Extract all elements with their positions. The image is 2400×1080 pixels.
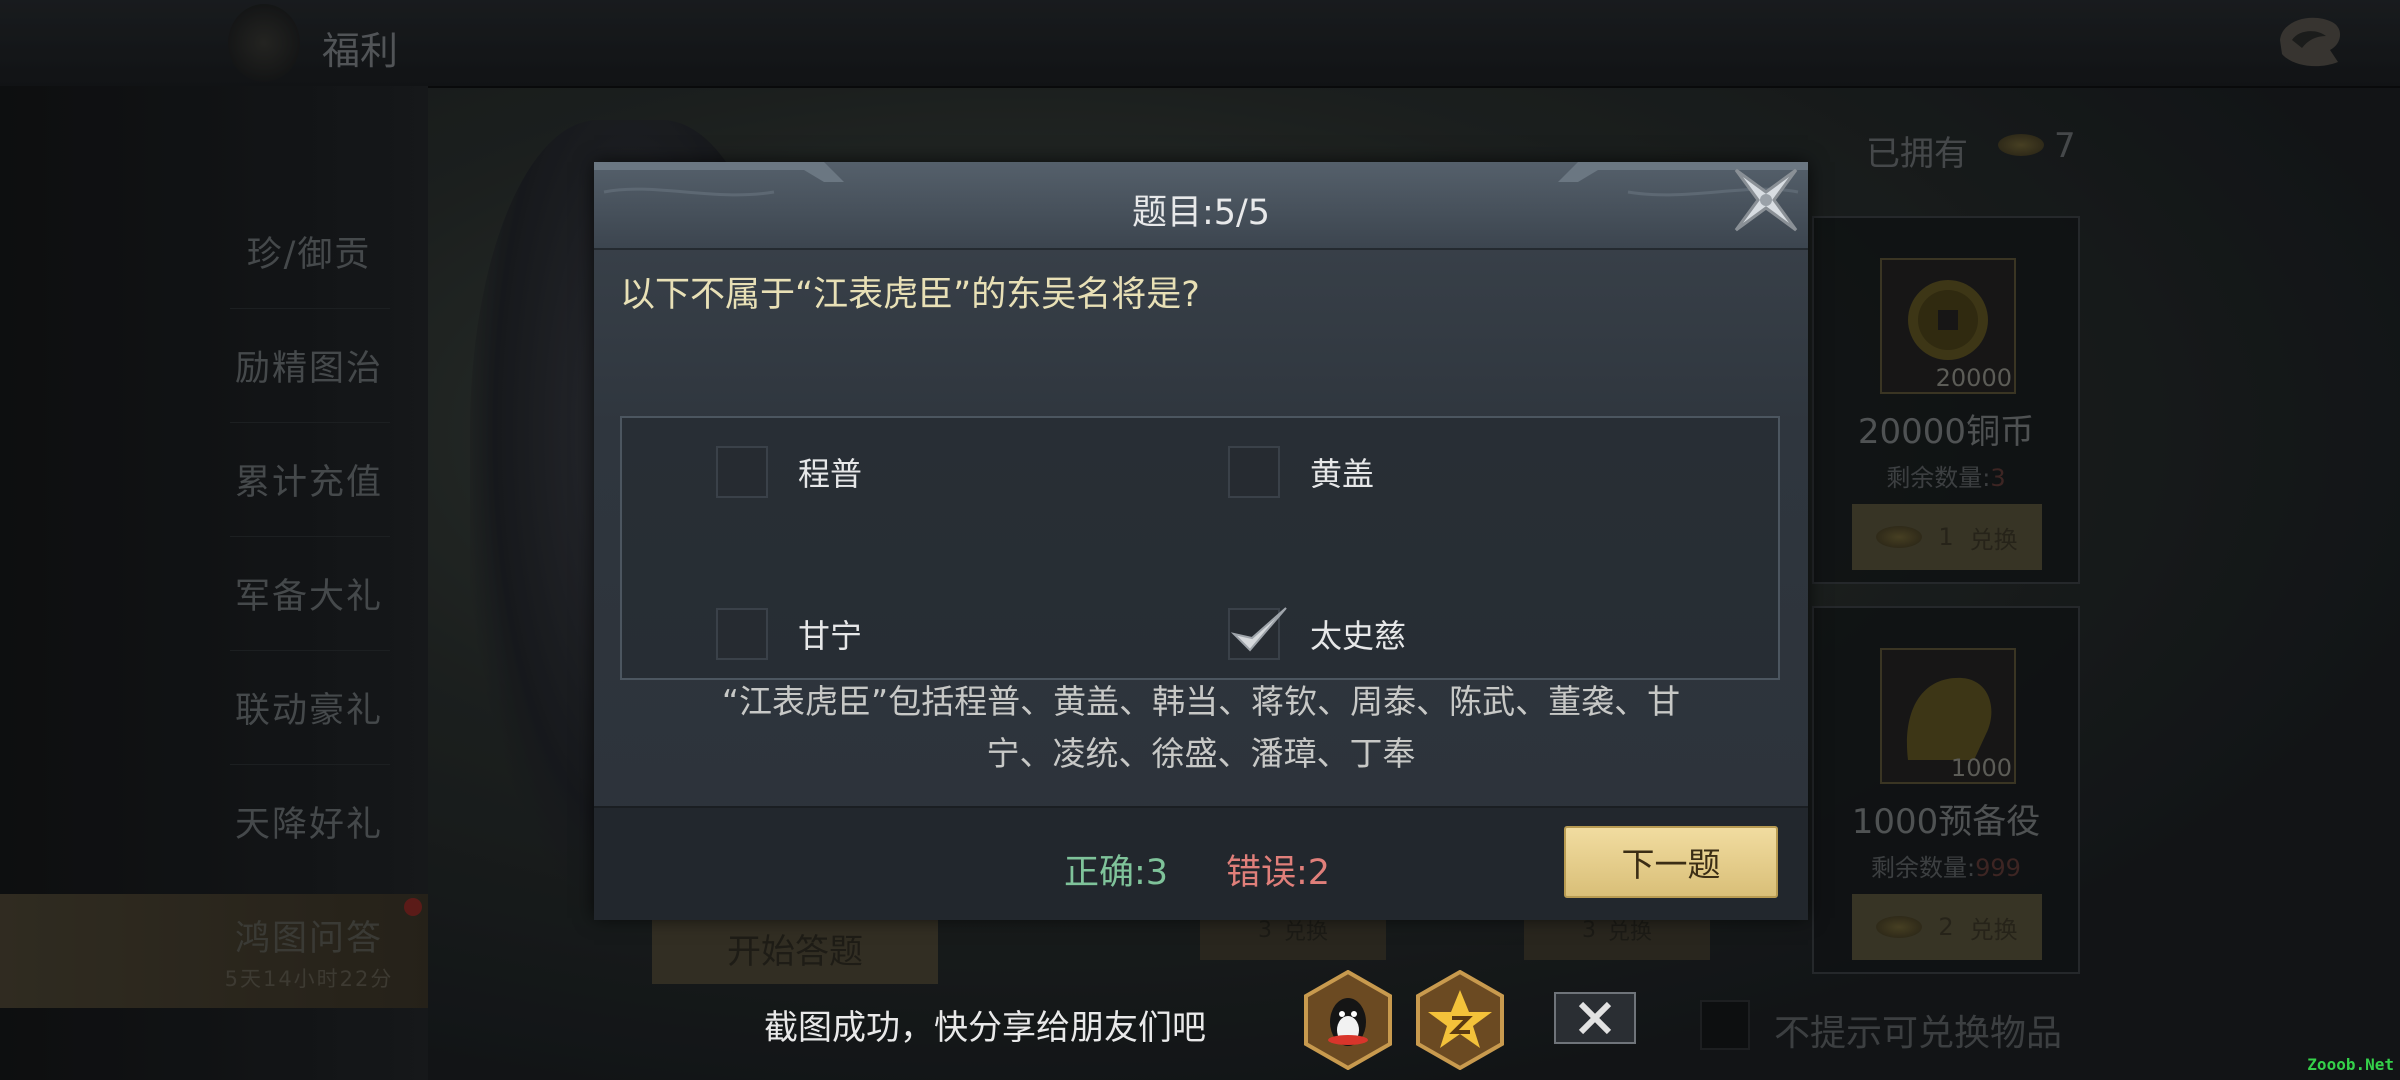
explanation-line: 宁、凌统、徐盛、潘璋、丁奉 (986, 734, 1416, 773)
watermark: Zooob.Net (2307, 1055, 2394, 1074)
next-question-button[interactable]: 下一题 (1564, 826, 1778, 898)
close-icon[interactable] (1724, 158, 1808, 242)
option-a[interactable]: 程普 (716, 444, 862, 500)
answer-explanation: “江表虎臣”包括程普、黄盖、韩当、蒋钦、周泰、陈武、董袭、甘 宁、凌统、徐盛、潘… (654, 676, 1748, 780)
option-label: 太史慈 (1310, 617, 1407, 655)
option-checkbox[interactable] (1228, 607, 1287, 660)
option-label: 黄盖 (1310, 455, 1375, 493)
option-c[interactable]: 甘宁 (716, 606, 862, 662)
correct-count: 正确:3 (1064, 853, 1169, 893)
quiz-dialog: 题目:5/5 以下不属于“江表虎臣”的东吴名将是? 程普 黄盖 甘宁 太史慈 “… (594, 162, 1808, 920)
close-icon (1578, 1001, 1612, 1035)
explanation-line: “江表虎臣”包括程普、黄盖、韩当、蒋钦、周泰、陈武、董袭、甘 (721, 682, 1681, 721)
share-prompt-text: 截图成功，快分享给朋友们吧 (764, 1008, 1206, 1048)
option-b[interactable]: 黄盖 (1228, 444, 1374, 500)
share-close-button[interactable] (1554, 992, 1636, 1044)
question-text: 以下不属于“江表虎臣”的东吴名将是? (620, 275, 1200, 315)
options-panel: 程普 黄盖 甘宁 太史慈 (620, 416, 1780, 680)
option-label: 程普 (798, 455, 863, 493)
option-checkbox[interactable] (716, 446, 768, 498)
quiz-header: 题目:5/5 (594, 162, 1808, 250)
option-checkbox[interactable] (1228, 446, 1280, 498)
quiz-progress-title: 题目:5/5 (1131, 193, 1271, 233)
qzone-icon[interactable] (1414, 970, 1506, 1070)
checkmark-icon (1230, 607, 1287, 652)
option-label: 甘宁 (798, 617, 863, 655)
option-d[interactable]: 太史慈 (1228, 606, 1406, 662)
qq-icon[interactable] (1302, 970, 1394, 1070)
quiz-footer: 正确:3 错误:2 下一题 (594, 806, 1808, 920)
wrong-count: 错误:2 (1226, 853, 1331, 893)
option-checkbox[interactable] (716, 608, 768, 660)
